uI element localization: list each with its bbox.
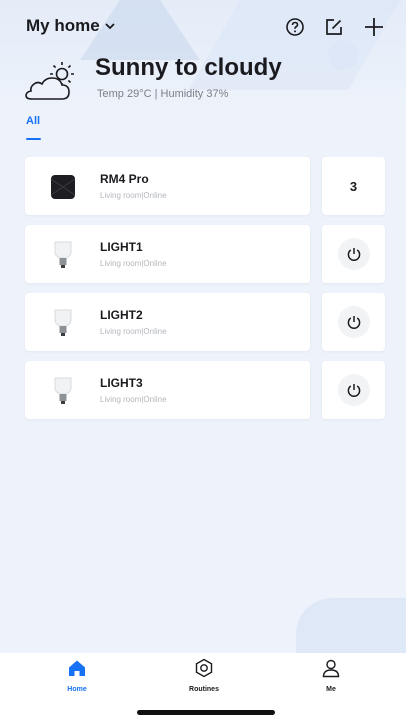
power-icon: [337, 374, 370, 406]
bulb-icon: [45, 305, 81, 341]
weather-title: Sunny to cloudy: [95, 54, 282, 81]
chevron-down-icon: [105, 19, 115, 33]
nav-me[interactable]: Me: [296, 658, 366, 698]
nav-home[interactable]: Home: [42, 658, 112, 698]
device-name: LIGHT3: [100, 376, 143, 390]
device-status: Living room|Online: [100, 259, 167, 268]
partly-cloudy-icon: [22, 58, 82, 104]
device-status: Living room|Online: [100, 191, 167, 200]
device-name: RM4 Pro: [100, 172, 149, 186]
home-selector-label: My home: [26, 16, 100, 35]
device-status: Living room|Online: [100, 327, 167, 336]
bottom-navigation: Home Routines Me: [0, 653, 406, 716]
device-status: Living room|Online: [100, 395, 167, 404]
routines-icon: [194, 658, 214, 683]
background-decoration: [296, 598, 406, 653]
device-card[interactable]: LIGHT1 Living room|Online: [25, 225, 310, 283]
device-row-rm4-pro: RM4 Pro Living room|Online 3: [25, 157, 385, 215]
device-card[interactable]: LIGHT3 Living room|Online: [25, 361, 310, 419]
add-icon[interactable]: [361, 14, 387, 40]
device-name: LIGHT2: [100, 308, 143, 322]
device-count: 3: [349, 178, 358, 194]
device-card[interactable]: LIGHT2 Living room|Online: [25, 293, 310, 351]
bulb-icon: [45, 373, 81, 409]
power-button[interactable]: [322, 361, 385, 419]
edit-icon[interactable]: [321, 14, 347, 40]
weather-widget: Sunny to cloudy Temp 29°C | Humidity 37%: [22, 52, 392, 108]
nav-routines[interactable]: Routines: [169, 658, 239, 698]
profile-icon: [321, 658, 341, 683]
power-button[interactable]: [322, 225, 385, 283]
nav-home-label: Home: [67, 686, 87, 693]
power-icon: [337, 306, 370, 338]
nav-me-label: Me: [326, 686, 336, 693]
power-button[interactable]: [322, 293, 385, 351]
bulb-icon: [45, 237, 81, 273]
device-card[interactable]: RM4 Pro Living room|Online: [25, 157, 310, 215]
home-selector[interactable]: My home: [26, 16, 115, 36]
tab-all[interactable]: All: [26, 115, 40, 127]
active-tab-indicator: [26, 138, 41, 140]
device-row-light3: LIGHT3 Living room|Online: [25, 361, 385, 419]
device-count-button[interactable]: 3: [322, 157, 385, 215]
remote-hub-icon: [45, 169, 81, 205]
device-row-light1: LIGHT1 Living room|Online: [25, 225, 385, 283]
home-icon: [67, 658, 87, 683]
top-bar: My home: [0, 0, 406, 60]
device-row-light2: LIGHT2 Living room|Online: [25, 293, 385, 351]
home-indicator[interactable]: [137, 710, 275, 715]
nav-routines-label: Routines: [189, 686, 219, 693]
help-icon[interactable]: [282, 14, 308, 40]
weather-details: Temp 29°C | Humidity 37%: [97, 88, 229, 100]
device-name: LIGHT1: [100, 240, 143, 254]
power-icon: [337, 238, 370, 270]
